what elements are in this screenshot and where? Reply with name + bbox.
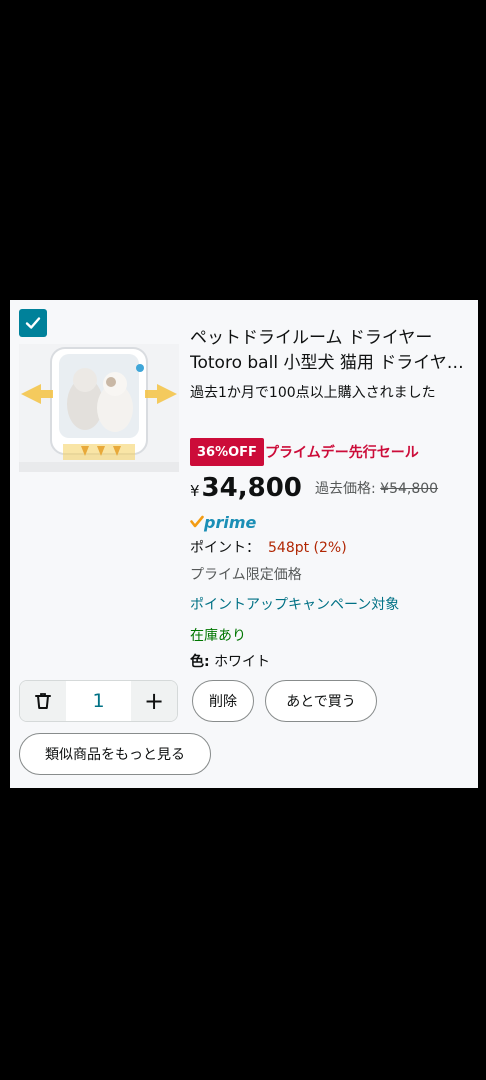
quantity-value[interactable]: 1	[66, 681, 131, 721]
cart-item-card: ペットドライルーム ドライヤー Totoro ball 小型犬 猫用 ドライヤー…	[10, 300, 478, 788]
stock-status: 在庫あり	[190, 628, 246, 644]
discount-badge: 36%OFF	[190, 438, 264, 466]
trash-icon	[35, 693, 51, 709]
prime-check-icon	[190, 515, 204, 528]
checkmark-icon	[25, 317, 41, 329]
select-checkbox[interactable]	[19, 309, 47, 337]
points-value: 548pt (2%)	[268, 540, 347, 556]
deal-label: プライムデー先行セール	[265, 445, 419, 461]
prime-limited-price: プライム限定価格	[190, 567, 302, 583]
color-value: ホワイト	[214, 654, 271, 670]
product-image[interactable]	[19, 344, 179, 472]
delete-one-button[interactable]	[20, 681, 66, 721]
purchase-count-text: 過去1か月で100点以上購入されました	[190, 385, 436, 401]
prime-label: prime	[204, 512, 257, 532]
points-row: ポイント： 548pt (2%)	[190, 537, 347, 559]
prime-badge: prime	[190, 511, 256, 533]
see-similar-button[interactable]: 類似商品をもっと見る	[19, 733, 211, 775]
campaign-link[interactable]: ポイントアップキャンペーン対象	[190, 594, 399, 616]
save-for-later-button[interactable]: あとで買う	[265, 680, 377, 722]
delete-button[interactable]: 削除	[192, 680, 254, 722]
color-label: 色:	[190, 654, 210, 670]
increase-quantity-button[interactable]: +	[131, 681, 177, 721]
list-price: 過去価格: ¥54,800	[315, 478, 438, 500]
price: ¥ 34,800	[190, 473, 302, 507]
list-price-label: 過去価格:	[315, 481, 376, 497]
list-price-value: ¥54,800	[380, 481, 439, 497]
product-title[interactable]: ペットドライルーム ドライヤー Totoro ball 小型犬 猫用 ドライヤー…	[190, 326, 472, 376]
color-row: 色: ホワイト	[190, 651, 270, 673]
price-currency: ¥	[190, 482, 200, 500]
quantity-stepper: 1 +	[19, 680, 178, 722]
price-value: 34,800	[201, 473, 302, 503]
points-label: ポイント：	[190, 540, 260, 556]
